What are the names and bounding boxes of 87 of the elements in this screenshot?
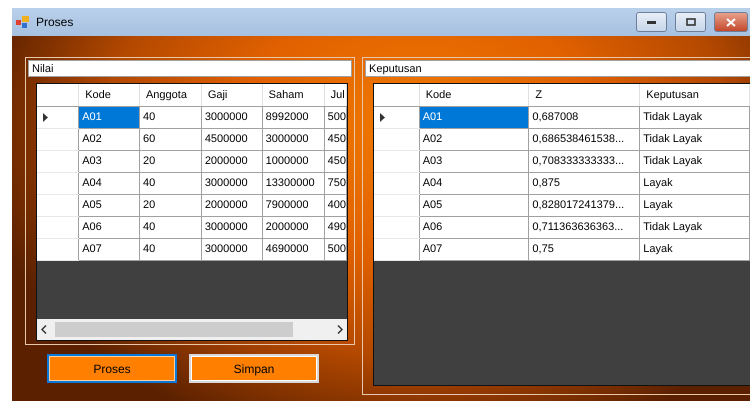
table-cell[interactable]: A01 (78, 106, 140, 128)
table-cell[interactable]: 0,75 (528, 238, 640, 260)
table-cell[interactable]: 400 (324, 194, 346, 216)
table-cell[interactable]: 40 (139, 216, 202, 238)
caption-field[interactable]: Keputusan (365, 60, 750, 77)
table-cell[interactable]: 3000000 (201, 216, 262, 238)
window-title: Proses (36, 15, 74, 29)
table-cell[interactable]: 8992000 (262, 106, 324, 128)
table-cell[interactable]: 0,875 (528, 172, 640, 194)
table-cell[interactable]: 0,687008 (528, 106, 640, 128)
table-cell[interactable]: 2000000 (201, 194, 262, 216)
scroll-left-icon[interactable] (41, 325, 47, 334)
table-cell[interactable]: A01 (419, 106, 529, 128)
table-cell[interactable]: 2000000 (201, 150, 262, 172)
column-header[interactable]: Kode (419, 84, 529, 106)
table-cell[interactable]: 500 (324, 238, 346, 260)
corner-header (37, 84, 79, 106)
table-cell[interactable]: 1000000 (262, 150, 324, 172)
table-cell[interactable]: Layak (640, 172, 750, 194)
table-cell[interactable]: Tidak Layak (640, 128, 750, 150)
table-cell[interactable]: 7900000 (262, 194, 324, 216)
table-cell[interactable]: 40 (139, 238, 202, 260)
table-cell[interactable]: 2000000 (262, 216, 324, 238)
table-cell[interactable]: 3000000 (262, 128, 324, 150)
table-cell[interactable]: 3000000 (201, 106, 262, 128)
data-grid[interactable] (36, 83, 348, 341)
table-cell[interactable]: A07 (78, 238, 140, 260)
table-cell[interactable]: 450 (324, 150, 346, 172)
table-cell[interactable]: A02 (419, 128, 529, 150)
column-header[interactable]: Z (528, 84, 640, 106)
table-cell[interactable]: A06 (78, 216, 140, 238)
maximize-icon (686, 18, 696, 26)
table-cell[interactable]: 20 (139, 194, 202, 216)
action-button[interactable]: Proses (47, 354, 177, 383)
table-cell[interactable]: 0,708333333333... (528, 150, 640, 172)
table-cell[interactable]: Tidak Layak (640, 216, 750, 238)
table-cell[interactable]: Tidak Layak (640, 150, 750, 172)
corner-header (374, 84, 420, 106)
maximize-button[interactable] (675, 12, 706, 32)
minimize-button[interactable] (636, 12, 667, 32)
column-header[interactable]: Anggota (139, 84, 202, 106)
column-header[interactable]: Gaji (201, 84, 262, 106)
app-icon (16, 16, 30, 28)
table-cell[interactable]: Layak (640, 238, 750, 260)
table-cell[interactable]: 4500000 (201, 128, 262, 150)
table-cell[interactable]: Tidak Layak (640, 106, 750, 128)
table-cell[interactable]: 0,686538461538... (528, 128, 640, 150)
table-cell[interactable]: 490 (324, 216, 346, 238)
table-cell[interactable]: A07 (419, 238, 529, 260)
scroll-right-icon[interactable] (337, 325, 343, 334)
table-cell[interactable]: A05 (78, 194, 140, 216)
horizontal-scrollbar[interactable] (37, 319, 347, 340)
minimize-icon (647, 20, 656, 24)
table-cell[interactable]: 40 (139, 172, 202, 194)
table-cell[interactable]: 13300000 (262, 172, 324, 194)
close-icon (726, 18, 736, 26)
table-cell[interactable]: A05 (419, 194, 529, 216)
table-cell[interactable]: 60 (139, 128, 202, 150)
caption-field[interactable]: Nilai (28, 60, 352, 77)
row-header[interactable] (374, 106, 420, 128)
table-cell[interactable]: Layak (640, 194, 750, 216)
table-cell[interactable]: 40 (139, 106, 202, 128)
table-cell[interactable]: 0,711363636363... (528, 216, 640, 238)
table-cell[interactable]: A03 (78, 150, 140, 172)
column-header[interactable]: Saham (262, 84, 324, 106)
row-header[interactable] (37, 106, 79, 128)
table-cell[interactable]: A02 (78, 128, 140, 150)
table-cell[interactable]: A06 (419, 216, 529, 238)
column-header[interactable]: Kode (78, 84, 140, 106)
column-header[interactable]: Jul (324, 84, 346, 106)
table-cell[interactable]: 3000000 (201, 238, 262, 260)
table-cell[interactable]: 500 (324, 106, 346, 128)
table-cell[interactable]: A04 (419, 172, 529, 194)
scrollbar-thumb[interactable] (55, 322, 293, 337)
table-cell[interactable]: 20 (139, 150, 202, 172)
table-cell[interactable]: A03 (419, 150, 529, 172)
table-cell[interactable]: 750 (324, 172, 346, 194)
table-cell[interactable]: 0,828017241379... (528, 194, 640, 216)
current-row-icon (380, 112, 385, 122)
action-button[interactable]: Simpan (189, 354, 319, 383)
table-cell[interactable]: 4690000 (262, 238, 324, 260)
table-cell[interactable]: A04 (78, 172, 140, 194)
current-row-icon (43, 112, 48, 122)
close-button[interactable] (714, 12, 748, 32)
table-cell[interactable]: 450 (324, 128, 346, 150)
column-header[interactable]: Keputusan (640, 84, 750, 106)
table-cell[interactable]: 3000000 (201, 172, 262, 194)
